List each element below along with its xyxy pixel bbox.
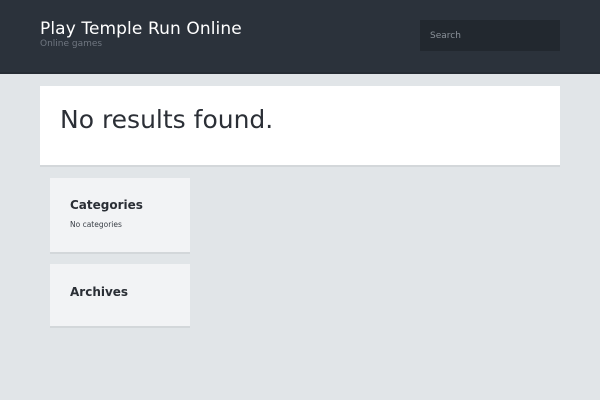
site-title-link[interactable]: Play Temple Run Online — [40, 18, 242, 40]
site-header: Play Temple Run Online Online games — [0, 0, 600, 74]
search-input[interactable] — [420, 20, 560, 51]
categories-widget-title: Categories — [70, 198, 143, 212]
no-categories-text: No categories — [70, 220, 122, 229]
main-content: No results found. — [40, 86, 560, 165]
site-description: Online games — [40, 39, 103, 49]
page-title: No results found. — [60, 105, 274, 134]
archives-widget: Archives — [50, 264, 190, 326]
archives-widget-title: Archives — [70, 285, 129, 299]
categories-widget: Categories No categories — [50, 178, 190, 252]
